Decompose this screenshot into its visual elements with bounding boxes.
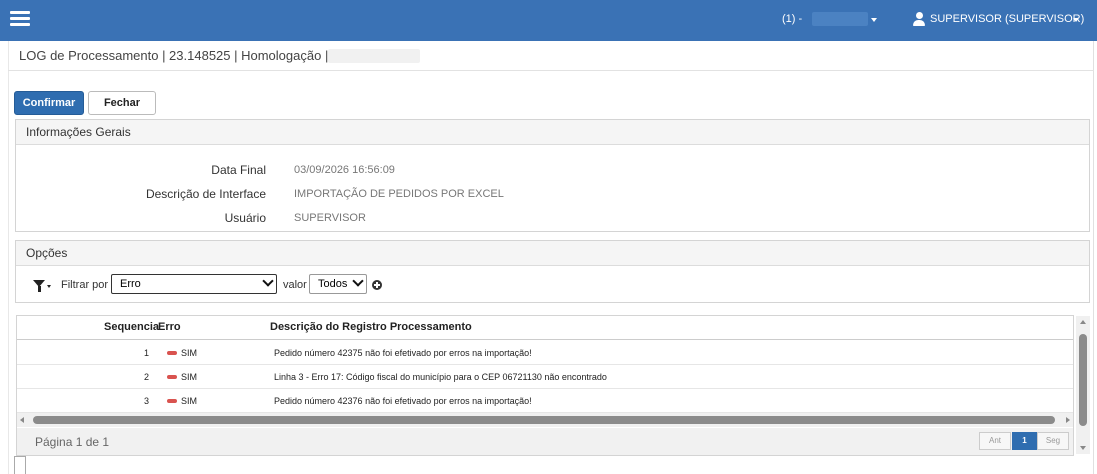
- add-filter-icon[interactable]: [372, 280, 382, 290]
- right-divider: [1093, 41, 1094, 474]
- hamburger-menu-icon[interactable]: [10, 11, 30, 28]
- user-icon[interactable]: [913, 12, 925, 26]
- prev-page-button[interactable]: Ant: [979, 432, 1011, 450]
- grid-header: Sequencia Erro Descrição do Registro Pro…: [17, 316, 1073, 340]
- column-header-erro[interactable]: Erro: [158, 321, 181, 333]
- left-divider: [8, 41, 9, 474]
- row-seq: 3: [143, 396, 149, 406]
- field-label: Descrição de Interface: [145, 187, 266, 201]
- page-1-button[interactable]: 1: [1012, 432, 1037, 450]
- filter-label: Filtrar por: [61, 279, 109, 291]
- top-bar: (1) - SUPERVISOR (SUPERVISOR): [0, 0, 1097, 41]
- bottom-panel-edge: [14, 456, 26, 474]
- title-divider: [8, 70, 1094, 71]
- table-row[interactable]: 2 SIM Linha 3 - Erro 17: Código fiscal d…: [17, 365, 1073, 389]
- arrow-up-icon[interactable]: [1080, 320, 1086, 324]
- column-header-sequencia[interactable]: Sequencia: [104, 321, 159, 333]
- row-desc: Linha 3 - Erro 17: Código fiscal do muni…: [274, 372, 607, 382]
- chevron-down-icon: [352, 275, 364, 287]
- field-value: 03/09/2026 16:56:09: [294, 164, 395, 176]
- row-erro: SIM: [181, 348, 198, 358]
- field-label: Usuário: [224, 211, 266, 225]
- next-page-button[interactable]: Seg: [1037, 432, 1069, 450]
- error-status-icon: [167, 351, 177, 355]
- vertical-scrollbar[interactable]: [1076, 316, 1090, 454]
- page-title: LOG de Processamento | 23.148525 | Homol…: [19, 48, 329, 63]
- row-erro: SIM: [181, 372, 198, 382]
- filter-icon[interactable]: [33, 280, 51, 294]
- row-desc: Pedido número 42376 não foi efetivado po…: [274, 396, 532, 406]
- arrow-left-icon[interactable]: [20, 417, 24, 423]
- row-seq: 2: [143, 372, 149, 382]
- user-menu[interactable]: SUPERVISOR (SUPERVISOR): [930, 13, 1084, 25]
- pager-text: Página 1 de 1: [35, 435, 110, 449]
- chevron-down-icon[interactable]: [1073, 18, 1079, 22]
- confirm-button[interactable]: Confirmar: [14, 91, 84, 115]
- environment-name-redacted: [812, 12, 868, 26]
- general-info-panel: Informações Gerais Data Final 03/09/2026…: [15, 119, 1090, 232]
- close-button[interactable]: Fechar: [88, 91, 156, 115]
- error-status-icon: [167, 399, 177, 403]
- arrow-right-icon[interactable]: [1066, 417, 1070, 423]
- table-row[interactable]: 3 SIM Pedido número 42376 não foi efetiv…: [17, 389, 1073, 413]
- log-grid: Sequencia Erro Descrição do Registro Pro…: [16, 315, 1074, 456]
- filter-select-value: Erro: [120, 278, 141, 290]
- row-seq: 1: [143, 348, 149, 358]
- scroll-thumb[interactable]: [33, 416, 1055, 424]
- field-value: IMPORTAÇÃO DE PEDIDOS POR EXCEL: [294, 188, 504, 200]
- chevron-down-icon[interactable]: [871, 18, 877, 22]
- valor-select[interactable]: Todos: [309, 274, 367, 294]
- panel-title: Opções: [16, 241, 1089, 266]
- arrow-down-icon[interactable]: [1080, 446, 1086, 450]
- title-redacted: [328, 49, 420, 63]
- column-header-descricao[interactable]: Descrição do Registro Processamento: [270, 321, 472, 333]
- scroll-thumb[interactable]: [1079, 334, 1087, 426]
- horizontal-scrollbar[interactable]: [17, 413, 1073, 427]
- valor-label: valor: [283, 279, 307, 291]
- field-value: SUPERVISOR: [294, 212, 366, 224]
- options-panel: Opções Filtrar por Erro valor Todos: [15, 240, 1090, 303]
- environment-label[interactable]: (1) -: [782, 13, 802, 25]
- row-erro: SIM: [181, 396, 198, 406]
- row-desc: Pedido número 42375 não foi efetivado po…: [274, 348, 532, 358]
- table-row[interactable]: 1 SIM Pedido número 42375 não foi efetiv…: [17, 341, 1073, 365]
- error-status-icon: [167, 375, 177, 379]
- pager: Página 1 de 1 Ant 1 Seg: [17, 428, 1073, 455]
- valor-select-value: Todos: [318, 278, 348, 290]
- panel-title: Informações Gerais: [16, 120, 1089, 145]
- filter-select[interactable]: Erro: [111, 274, 277, 294]
- chevron-down-icon: [262, 275, 274, 287]
- field-label: Data Final: [211, 163, 266, 177]
